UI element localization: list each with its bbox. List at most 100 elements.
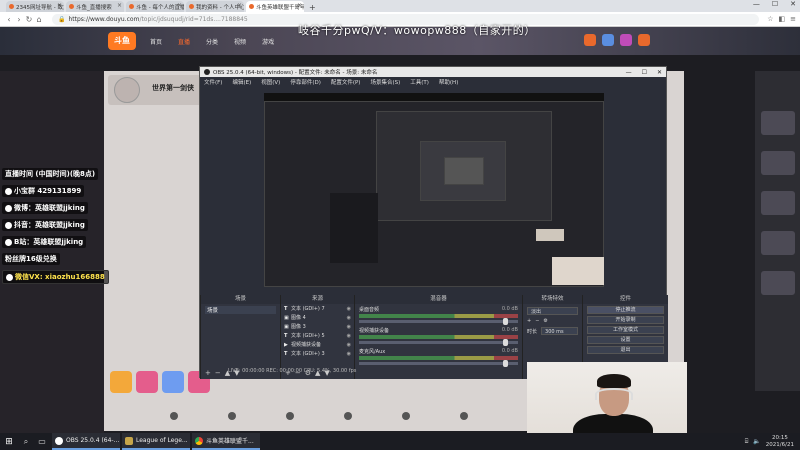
carousel-dot[interactable] xyxy=(170,412,178,420)
eye-icon[interactable]: ◉ xyxy=(347,324,351,330)
history-icon[interactable] xyxy=(584,34,596,46)
source-item[interactable]: ▣ 图像 4 ◉ xyxy=(281,313,354,322)
nav-item[interactable]: 首页 xyxy=(150,37,162,46)
taskbar-app-lol[interactable]: League of Lege... xyxy=(122,433,190,450)
tab-close-icon[interactable]: × xyxy=(117,2,122,9)
volume-slider[interactable] xyxy=(359,360,518,367)
windows-taskbar: ⊞ ⌕ ▭ OBS 25.0.4 (64-... League of Lege.… xyxy=(0,433,800,450)
ad-card[interactable] xyxy=(761,151,795,175)
new-tab-button[interactable]: + xyxy=(309,3,316,12)
clock[interactable]: 20:15 2021/6/21 xyxy=(766,435,794,449)
extensions-icon[interactable]: ◧ xyxy=(779,15,786,23)
source-item[interactable]: T 文本 (GDI+) 5 ◉ xyxy=(281,331,354,340)
source-item[interactable]: T 文本 (GDI+) 7 ◉ xyxy=(281,304,354,313)
volume-meter xyxy=(359,356,518,360)
maximize-button[interactable]: ☐ xyxy=(772,0,778,8)
remove-icon[interactable]: − xyxy=(215,369,225,377)
star-icon[interactable]: ☆ xyxy=(767,15,773,23)
menu-item-docks[interactable]: 停靠部件(D) xyxy=(290,78,321,86)
eye-icon[interactable]: ◉ xyxy=(347,351,351,357)
nav-item[interactable]: 分类 xyxy=(206,37,218,46)
ad-card[interactable] xyxy=(761,271,795,295)
add-icon[interactable]: + xyxy=(527,318,531,324)
forward-icon[interactable]: › xyxy=(14,15,24,24)
carousel-dot[interactable] xyxy=(286,412,294,420)
overlay-line: 小宝群 429131899 xyxy=(2,185,85,197)
nav-item[interactable]: 直播 xyxy=(178,37,190,46)
taskbar-app-obs[interactable]: OBS 25.0.4 (64-... xyxy=(52,433,120,450)
eye-icon[interactable]: ◉ xyxy=(347,315,351,321)
nav-item[interactable]: 视频 xyxy=(234,37,246,46)
volume-slider[interactable] xyxy=(359,339,518,346)
avatar[interactable] xyxy=(114,77,140,103)
menu-item-scene-collection[interactable]: 场景集合(S) xyxy=(370,78,400,86)
duration-input[interactable]: 300 ms xyxy=(541,327,578,335)
gift-item[interactable] xyxy=(110,371,132,393)
obs-status-bar: LIVE: 00:00:00 REC: 00:00:00 CPU: 5.4%, … xyxy=(228,368,357,374)
obs-preview[interactable] xyxy=(264,93,668,313)
source-item[interactable]: ▶ 视频捕获设备 ◉ xyxy=(281,340,354,349)
ad-card[interactable] xyxy=(761,231,795,255)
tab-close-icon[interactable]: × xyxy=(237,2,242,9)
close-button[interactable]: ✕ xyxy=(790,0,796,8)
scene-item[interactable]: 场景 xyxy=(205,306,276,314)
carousel-dot[interactable] xyxy=(228,412,236,420)
maximize-button[interactable]: ☐ xyxy=(642,69,647,76)
overlay-line: B站：英雄联盟jjking xyxy=(2,236,87,248)
volume-slider[interactable] xyxy=(359,318,518,325)
transition-select[interactable]: 淡出 xyxy=(527,307,578,315)
minimize-button[interactable]: — xyxy=(753,0,760,8)
eye-icon[interactable]: ◉ xyxy=(347,306,351,312)
gift-item[interactable] xyxy=(162,371,184,393)
browser-tab-active[interactable]: 斗鱼英雄联盟千哥年电竞局× xyxy=(246,1,304,12)
exit-button[interactable]: 退出 xyxy=(587,346,664,354)
close-button[interactable]: ✕ xyxy=(657,69,662,76)
douyu-logo[interactable]: 斗鱼 xyxy=(108,32,136,50)
nav-item[interactable]: 游戏 xyxy=(262,37,274,46)
menu-item-profile[interactable]: 配置文件(P) xyxy=(331,78,361,86)
menu-item-tools[interactable]: 工具(T) xyxy=(410,78,429,86)
browser-tab[interactable]: 我的资料 - 个人中心 - 斗鱼× xyxy=(186,1,244,12)
gear-icon[interactable]: ⚙ xyxy=(543,318,547,324)
menu-item-view[interactable]: 视图(V) xyxy=(261,78,280,86)
carousel-dot[interactable] xyxy=(460,412,468,420)
menu-icon[interactable]: ≡ xyxy=(790,15,796,23)
settings-button[interactable]: 设置 xyxy=(587,336,664,344)
start-button[interactable]: ⊞ xyxy=(0,433,18,450)
tab-close-icon[interactable]: × xyxy=(297,2,302,9)
search-icon[interactable]: ⌕ xyxy=(18,433,34,450)
taskbar-app-chrome[interactable]: 斗鱼英雄联盟千... xyxy=(192,433,260,450)
carousel-dot[interactable] xyxy=(402,412,410,420)
carousel-dot[interactable] xyxy=(344,412,352,420)
reload-icon[interactable]: ↻ xyxy=(24,15,34,24)
menu-item-edit[interactable]: 编辑(E) xyxy=(232,78,251,86)
remove-icon[interactable]: − xyxy=(535,318,539,324)
home-icon[interactable]: ⌂ xyxy=(34,15,44,24)
ad-card[interactable] xyxy=(761,191,795,215)
source-item[interactable]: ▣ 图像 3 ◉ xyxy=(281,322,354,331)
tab-close-icon[interactable]: × xyxy=(177,2,182,9)
stop-streaming-button[interactable]: 停止推流 xyxy=(587,306,664,314)
menu-item-help[interactable]: 帮助(H) xyxy=(439,78,458,86)
message-icon[interactable] xyxy=(620,34,632,46)
follow-icon[interactable] xyxy=(602,34,614,46)
minimize-button[interactable]: — xyxy=(626,69,632,76)
eye-icon[interactable]: ◉ xyxy=(347,333,351,339)
volume-icon[interactable]: 🔈 xyxy=(753,438,760,445)
back-icon[interactable]: ‹ xyxy=(4,15,14,24)
browser-tab[interactable]: 斗鱼_直播搜索 × xyxy=(66,1,124,12)
browser-tab[interactable]: 2345网址导航 - 致力于打造百× xyxy=(6,1,64,12)
browser-tab[interactable]: 斗鱼 - 每个人的直播平台× xyxy=(126,1,184,12)
ad-card[interactable] xyxy=(761,111,795,135)
menu-item-file[interactable]: 文件(F) xyxy=(204,78,222,86)
eye-icon[interactable]: ◉ xyxy=(347,342,351,348)
add-icon[interactable]: + xyxy=(205,369,215,377)
task-view-icon[interactable]: ▭ xyxy=(34,433,50,450)
start-recording-button[interactable]: 开始录制 xyxy=(587,316,664,324)
gift-item[interactable] xyxy=(136,371,158,393)
network-icon[interactable]: ⌸ xyxy=(745,438,749,446)
download-icon[interactable] xyxy=(638,34,650,46)
source-item[interactable]: T 文本 (GDI+) 3 ◉ xyxy=(281,349,354,358)
tab-close-icon[interactable]: × xyxy=(57,2,62,9)
studio-mode-button[interactable]: 工作室模式 xyxy=(587,326,664,334)
